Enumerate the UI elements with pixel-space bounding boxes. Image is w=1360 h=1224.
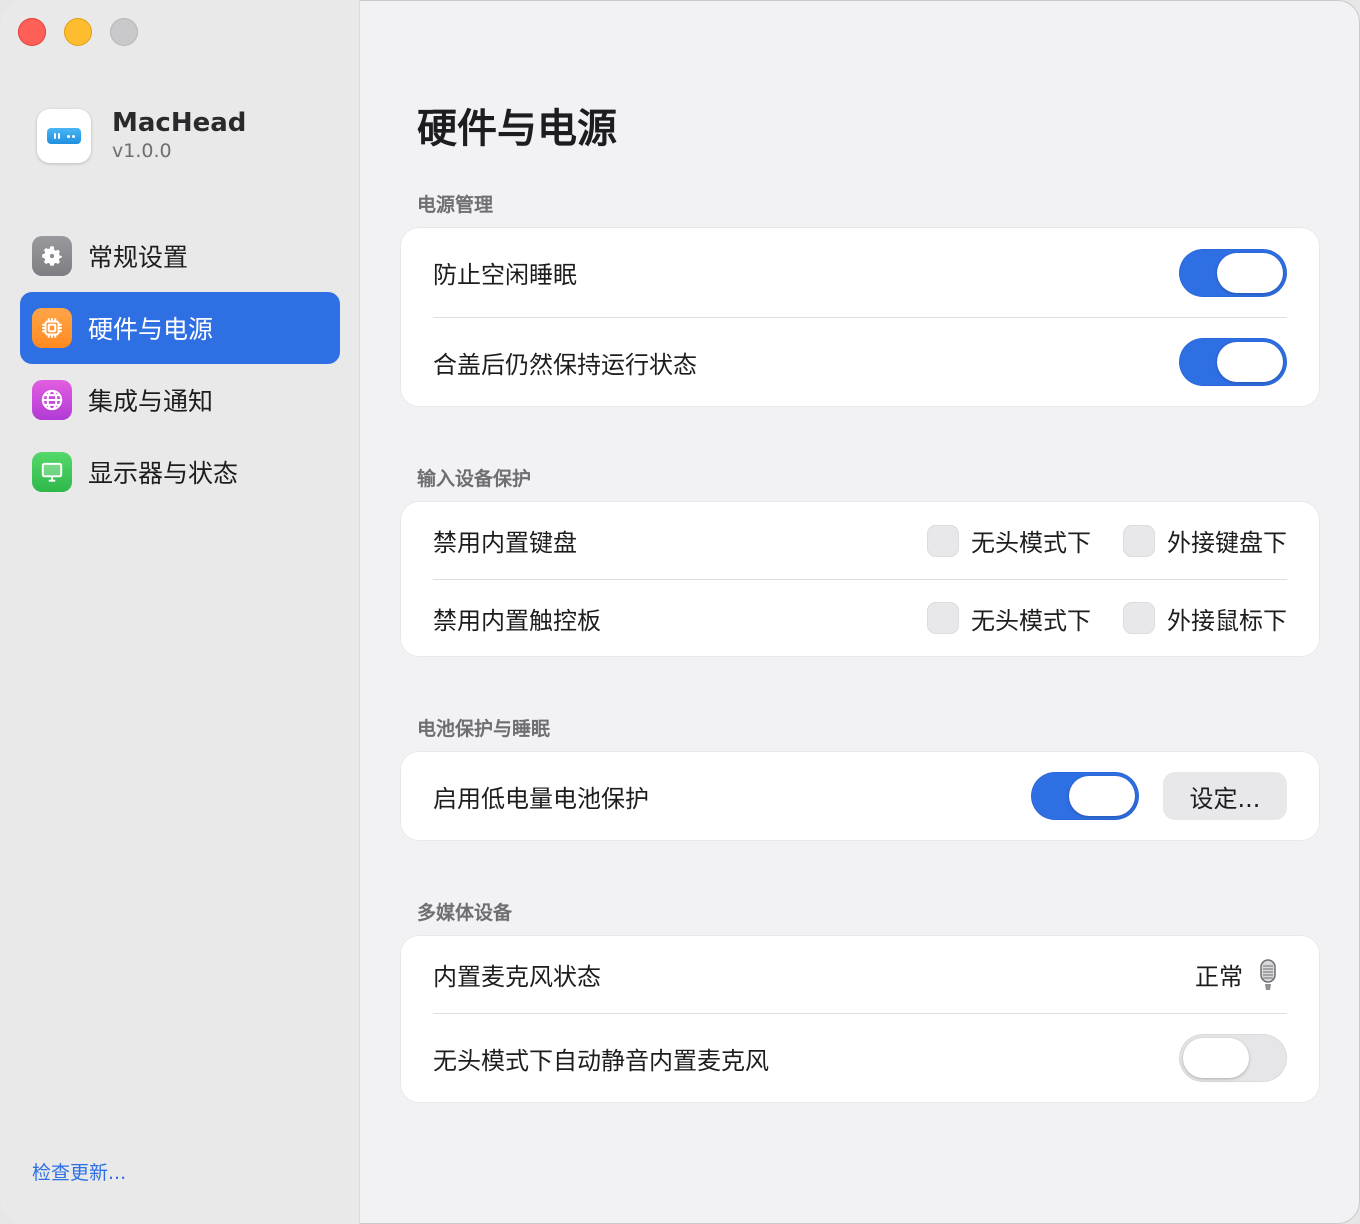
sidebar-item-general[interactable]: 常规设置 (20, 220, 340, 292)
sidebar-item-label: 硬件与电源 (88, 315, 214, 344)
section-title-input: 输入设备保护 (417, 468, 532, 490)
row-keep-running-lid-closed: 合盖后仍然保持运行状态 (433, 317, 1287, 406)
row-disable-trackpad: 禁用内置触控板 无头模式下 外接鼠标下 (433, 579, 1287, 656)
battery-settings-button[interactable]: 设定... (1163, 772, 1287, 820)
gear-icon (32, 236, 72, 276)
row-mic-status: 内置麦克风状态 正常 (433, 936, 1287, 1013)
check-update-link[interactable]: 检查更新... (32, 1158, 126, 1185)
keyboard-headless-checkbox[interactable] (927, 524, 959, 557)
checkbox-label: 外接鼠标下 (1167, 606, 1287, 635)
auto-mute-mic-toggle[interactable] (1179, 1034, 1287, 1082)
low-battery-protection-toggle[interactable] (1031, 772, 1139, 820)
monitor-icon (32, 452, 72, 492)
prevent-idle-sleep-toggle[interactable] (1179, 248, 1287, 297)
minimize-window-button[interactable] (64, 18, 92, 46)
page-title: 硬件与电源 (417, 106, 617, 152)
row-low-battery-protection: 启用低电量电池保护 设定... (433, 752, 1287, 840)
card-power: 防止空闲睡眠 合盖后仍然保持运行状态 (401, 228, 1319, 406)
sidebar-item-integration-notification[interactable]: 集成与通知 (20, 364, 340, 436)
close-window-button[interactable] (18, 18, 46, 46)
globe-icon (32, 380, 72, 420)
section-title-power: 电源管理 (417, 194, 494, 216)
zoom-window-button[interactable] (110, 18, 138, 46)
sidebar: MacHead v1.0.0 常规设置 硬件与电源 集成与通知 显示器与状态 检… (0, 0, 360, 1224)
row-disable-keyboard: 禁用内置键盘 无头模式下 外接键盘下 (433, 502, 1287, 579)
row-label: 内置麦克风状态 (433, 963, 601, 991)
card-input: 禁用内置键盘 无头模式下 外接键盘下 禁用内置触控板 无头模式下 外接鼠标下 (401, 502, 1319, 656)
app-window: MacHead v1.0.0 常规设置 硬件与电源 集成与通知 显示器与状态 检… (0, 0, 1360, 1224)
trackpad-external-checkbox[interactable] (1123, 602, 1155, 634)
trackpad-external-option: 外接鼠标下 (1123, 601, 1287, 636)
row-label: 禁用内置键盘 (433, 529, 577, 557)
checkbox-label: 无头模式下 (971, 529, 1091, 557)
keep-running-lid-closed-toggle[interactable] (1179, 338, 1287, 386)
row-label: 防止空闲睡眠 (433, 261, 577, 289)
microphone-icon (1257, 958, 1279, 992)
card-media: 内置麦克风状态 正常 无头模式下自动静音内置麦克风 (401, 936, 1319, 1102)
keyboard-external-checkbox[interactable] (1123, 524, 1155, 557)
row-label: 合盖后仍然保持运行状态 (433, 350, 697, 379)
row-prevent-idle-sleep: 防止空闲睡眠 (433, 228, 1287, 317)
app-name: MacHead (112, 108, 247, 138)
window-controls (18, 18, 138, 46)
app-version: v1.0.0 (112, 140, 172, 162)
sidebar-item-label: 集成与通知 (88, 387, 214, 416)
trackpad-headless-option: 无头模式下 (927, 601, 1091, 636)
trackpad-headless-checkbox[interactable] (927, 602, 959, 634)
app-header: MacHead v1.0.0 (37, 108, 246, 164)
sidebar-item-hardware-power[interactable]: 硬件与电源 (20, 292, 340, 364)
checkbox-label: 无头模式下 (971, 606, 1091, 635)
chip-icon (32, 308, 72, 348)
card-battery: 启用低电量电池保护 设定... (401, 752, 1319, 840)
mic-status-text: 正常 (1195, 963, 1243, 991)
app-logo-icon (37, 109, 91, 163)
sidebar-item-label: 显示器与状态 (88, 459, 239, 488)
section-title-media: 多媒体设备 (417, 902, 513, 924)
sidebar-item-display-status[interactable]: 显示器与状态 (20, 436, 340, 508)
row-label: 启用低电量电池保护 (433, 784, 649, 813)
sidebar-item-label: 常规设置 (88, 243, 189, 272)
main-content: 硬件与电源 电源管理 防止空闲睡眠 合盖后仍然保持运行状态 输入设备保护 禁用内… (361, 0, 1360, 1224)
keyboard-headless-option: 无头模式下 (927, 523, 1091, 558)
sidebar-nav: 常规设置 硬件与电源 集成与通知 显示器与状态 (20, 220, 340, 508)
section-title-battery: 电池保护与睡眠 (417, 718, 551, 740)
row-label: 无头模式下自动静音内置麦克风 (433, 1046, 769, 1075)
checkbox-label: 外接键盘下 (1167, 529, 1287, 557)
row-label: 禁用内置触控板 (433, 606, 601, 635)
keyboard-external-option: 外接键盘下 (1123, 523, 1287, 558)
row-auto-mute-mic: 无头模式下自动静音内置麦克风 (433, 1013, 1287, 1102)
